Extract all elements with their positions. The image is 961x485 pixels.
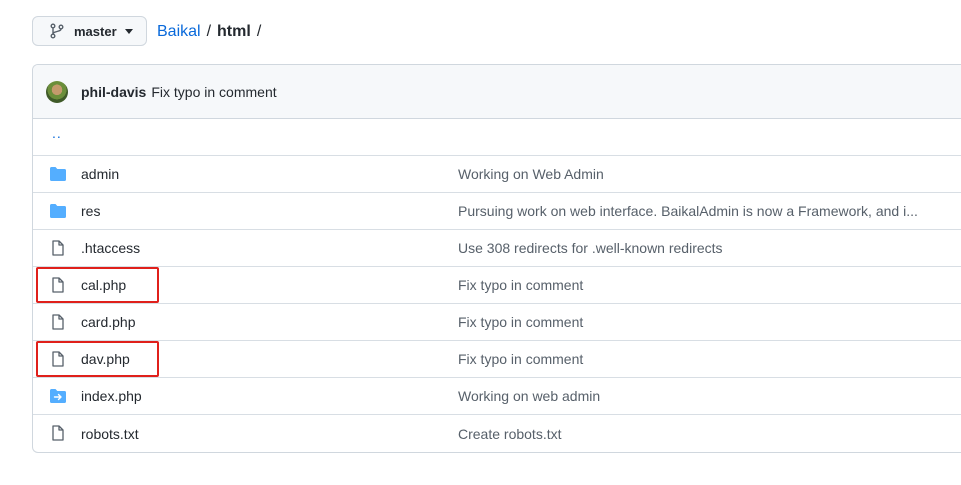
- breadcrumb-separator-trailing: /: [256, 23, 262, 40]
- symlink-directory-icon: [49, 388, 67, 404]
- highlight-box-cal-php: [36, 267, 159, 303]
- latest-commit-bar: phil-davis Fix typo in comment: [33, 65, 961, 119]
- file-list: phil-davis Fix typo in comment .. admin W…: [32, 64, 961, 453]
- commit-author-link[interactable]: phil-davis: [81, 84, 146, 100]
- file-name-link[interactable]: robots.txt: [81, 426, 139, 442]
- file-commit-message-link[interactable]: Create robots.txt: [458, 426, 562, 442]
- git-branch-icon: [49, 23, 65, 39]
- parent-directory-row[interactable]: ..: [33, 119, 961, 156]
- branch-select-button[interactable]: master: [32, 16, 147, 46]
- breadcrumb-separator: /: [206, 23, 212, 40]
- file-commit-message-link[interactable]: Working on web admin: [458, 388, 600, 404]
- avatar[interactable]: [46, 80, 68, 103]
- file-row[interactable]: admin Working on Web Admin: [33, 156, 961, 193]
- file-commit-message-link[interactable]: Fix typo in comment: [458, 351, 583, 367]
- file-name-link[interactable]: res: [81, 203, 100, 219]
- file-row[interactable]: dav.php Fix typo in comment: [33, 341, 961, 378]
- file-row[interactable]: cal.php Fix typo in comment: [33, 267, 961, 304]
- breadcrumb: Baikal / html /: [157, 20, 261, 44]
- file-row[interactable]: index.php Working on web admin: [33, 378, 961, 415]
- file-name-link[interactable]: .htaccess: [81, 240, 140, 256]
- file-row[interactable]: robots.txt Create robots.txt: [33, 415, 961, 452]
- parent-directory-link[interactable]: ..: [52, 125, 62, 141]
- branch-name: master: [74, 23, 117, 39]
- file-name-link[interactable]: card.php: [81, 314, 135, 330]
- file-icon: [49, 425, 67, 441]
- file-row[interactable]: card.php Fix typo in comment: [33, 304, 961, 341]
- file-commit-message-link[interactable]: Fix typo in comment: [458, 314, 583, 330]
- file-commit-message-link[interactable]: Use 308 redirects for .well-known redire…: [458, 240, 723, 256]
- breadcrumb-repo-link[interactable]: Baikal: [157, 23, 201, 41]
- folder-icon: [49, 166, 67, 182]
- highlight-box-dav-php: [36, 341, 159, 377]
- file-icon: [49, 240, 67, 256]
- file-row[interactable]: .htaccess Use 308 redirects for .well-kno…: [33, 230, 961, 267]
- file-row[interactable]: res Pursuing work on web interface. Baika…: [33, 193, 961, 230]
- commit-message-link[interactable]: Fix typo in comment: [151, 84, 276, 100]
- file-name-link[interactable]: admin: [81, 166, 119, 182]
- folder-icon: [49, 203, 67, 219]
- file-name-link[interactable]: index.php: [81, 388, 142, 404]
- file-commit-message-link[interactable]: Pursuing work on web interface. BaikalAd…: [458, 203, 918, 219]
- chevron-down-icon: [124, 28, 133, 34]
- file-commit-message-link[interactable]: Working on Web Admin: [458, 166, 604, 182]
- repo-file-browser: master Baikal / html / phil-davis Fix ty…: [0, 0, 961, 485]
- file-commit-message-link[interactable]: Fix typo in comment: [458, 277, 583, 293]
- file-icon: [49, 314, 67, 330]
- breadcrumb-current-dir: html: [217, 23, 251, 40]
